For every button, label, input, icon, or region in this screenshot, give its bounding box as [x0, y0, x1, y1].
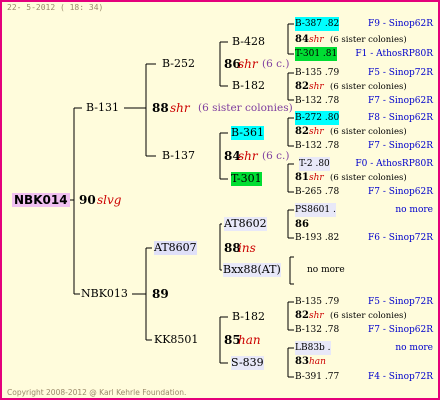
dam-breed: shr	[170, 101, 190, 115]
dam-year: 88	[152, 101, 169, 115]
gen3-colony-id: B-361	[231, 126, 264, 140]
gen2-breed: shr	[238, 149, 258, 163]
gen4-reference: F7 - Sinop62R	[368, 325, 433, 335]
gen4-reference: F0 - AthosRP80R	[355, 159, 433, 169]
gen4-sister-colonies: (6 sister colonies)	[330, 35, 407, 45]
gen4-year: 86	[295, 219, 309, 230]
gen4-reference: F1 - AthosRP80R	[355, 49, 433, 59]
gen2-colony-id: B-252	[162, 57, 195, 70]
gen3-colony-id: S-839	[231, 356, 264, 370]
gen4-reference: F5 - Sinop72R	[368, 297, 433, 307]
gen2-breed: han	[238, 333, 261, 347]
gen4-reference: no more	[395, 343, 433, 353]
gen3-colony-id: Bxx88(AT)	[223, 263, 281, 277]
gen4-year: 81	[295, 172, 309, 183]
gen4-reference: F7 - Sinop62R	[368, 96, 433, 106]
dam-sister-colonies: (6 sister colonies)	[198, 102, 293, 114]
gen2-colony-id: AT8607	[154, 241, 197, 255]
gen4-breed: shr	[309, 173, 324, 183]
root-colony-id: NBK014	[12, 193, 70, 207]
gen4-year: 83	[295, 356, 309, 367]
gen2-colony-id: B-137	[162, 149, 195, 162]
gen4-reference: F8 - Sinop62R	[368, 113, 433, 123]
gen2-breed: ins	[238, 241, 256, 255]
gen2-breed: shr	[238, 57, 258, 71]
root-year: 90	[79, 193, 96, 207]
gen4-year: 82	[295, 81, 309, 92]
gen4-reference: F6 - Sinop72R	[368, 233, 433, 243]
gen4-breed: shr	[309, 311, 324, 321]
gen4-reference: no more	[307, 265, 345, 275]
gen4-year: 84	[295, 34, 309, 45]
gen4-reference: F9 - Sinop62R	[368, 19, 433, 29]
pedigree-frame: 22- 5-2012 ( 18: 34) NBK014 90 slvg B-13…	[0, 0, 440, 400]
gen4-reference: F5 - Sinop72R	[368, 68, 433, 78]
gen2-colony-id: KK8501	[154, 333, 199, 346]
gen3-colony-id: B-428	[232, 35, 265, 48]
gen3-colony-id: B-182	[232, 79, 265, 92]
sire-colony-id: NBK013	[81, 287, 128, 300]
dam-colony-id: B-131	[86, 101, 119, 114]
root-breed: slvg	[97, 193, 122, 207]
gen4-reference: no more	[395, 205, 433, 215]
gen3-colony-id: T-301	[231, 172, 262, 186]
gen4-sister-colonies: (6 sister colonies)	[330, 173, 407, 183]
gen4-breed: shr	[309, 35, 324, 45]
gen4-sister-colonies: (6 sister colonies)	[330, 311, 407, 321]
gen4-sister-colonies: (6 sister colonies)	[330, 82, 407, 92]
gen4-reference: F7 - Sinop62R	[368, 141, 433, 151]
print-date: 22- 5-2012 ( 18: 34)	[7, 3, 104, 12]
gen4-breed: shr	[309, 82, 324, 92]
copyright-footer: Copyright 2008-2012 @ Karl Kehrle Founda…	[7, 388, 187, 397]
gen3-colony-id: B-182	[232, 310, 265, 323]
gen2-sister-colonies: (6 c.)	[262, 58, 290, 70]
gen4-year: 82	[295, 310, 309, 321]
gen4-reference: F7 - Sinop62R	[368, 187, 433, 197]
gen4-reference: F4 - Sinop72R	[368, 372, 433, 382]
gen4-breed: han	[309, 357, 326, 367]
gen4-breed: shr	[309, 127, 324, 137]
gen3-colony-id: AT8602	[224, 217, 267, 231]
gen2-sister-colonies: (6 c.)	[262, 150, 290, 162]
sire-year: 89	[152, 287, 169, 301]
gen4-sister-colonies: (6 sister colonies)	[330, 127, 407, 137]
gen4-year: 82	[295, 126, 309, 137]
